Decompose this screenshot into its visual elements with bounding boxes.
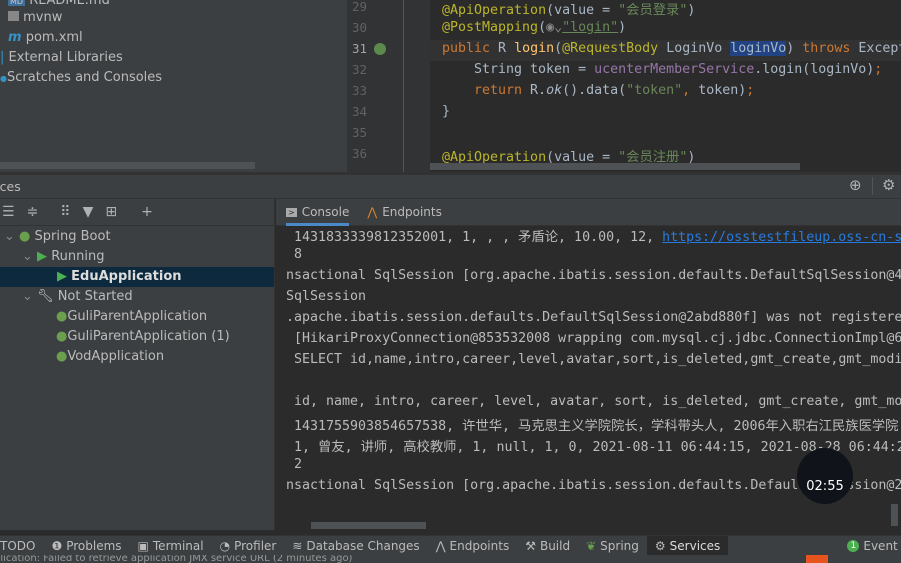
tool-problems[interactable]: ❶ Problems (43, 536, 129, 556)
console-line: SqlSession (286, 289, 367, 304)
problems-icon: ❶ (51, 538, 63, 553)
console-line: 2 (286, 457, 303, 472)
tool-spring[interactable]: ❦ Spring (578, 536, 647, 556)
divider (872, 177, 873, 195)
console-line: .apache.ibatis.session.defaults.DefaultS… (286, 310, 901, 325)
editor-gutter: 29 30 31 32 33 34 35 36 (347, 0, 430, 172)
spring-leaf-icon: ❦ (586, 538, 597, 553)
console-horizontal-scrollbar[interactable] (311, 522, 426, 529)
code-line-32: String token = ucenterMemberService.logi… (474, 62, 883, 77)
tree-node-vod[interactable]: ●VodApplication (56, 347, 164, 367)
tool-terminal[interactable]: ▣ Terminal (130, 536, 212, 556)
tool-todo[interactable]: TODO (0, 536, 43, 556)
tree-node-running[interactable]: ⌄ ▶ Running (22, 247, 104, 267)
tree-item-external-libraries[interactable]: | External Libraries (0, 50, 123, 65)
scratches-icon: ● (0, 74, 7, 83)
console-tabs: > Console ⋀ Endpoints (276, 199, 901, 226)
tool-database-changes[interactable]: ≋ Database Changes (284, 536, 427, 556)
tool-window-bar: TODO ❶ Problems ▣ Terminal ◔ Profiler ≋ Data… (0, 535, 901, 556)
tree-item-readme[interactable]: MD README.md (8, 0, 110, 8)
code-line-31: public R login(@RequestBody LoginVo logi… (442, 41, 901, 56)
tree-node-guli-parent[interactable]: ●GuliParentApplication (56, 307, 207, 327)
editor-horizontal-scrollbar[interactable] (430, 163, 800, 170)
library-icon: | (0, 50, 5, 65)
web-icon: ◉⌄ (546, 20, 563, 35)
profiler-icon: ◔ (219, 538, 231, 553)
tree-item-mvnw[interactable]: mvnw (8, 10, 62, 25)
console-line: 8 (286, 247, 303, 262)
tree-item-pom[interactable]: m pom.xml (8, 30, 83, 45)
console-line: id, name, intro, career, level, avatar, … (286, 394, 901, 409)
services-panel: ☰ ≑ ⠿ ▼ ⊞ + ⌄ ● Spring Boot ⌄ ▶ Running … (0, 199, 275, 530)
filter-icon[interactable]: ▼ (83, 204, 94, 220)
database-icon: ≋ (292, 538, 303, 553)
tool-build[interactable]: ⚒ Build (517, 536, 578, 556)
tab-console[interactable]: > Console (286, 199, 350, 226)
services-header: Services ⊕ ⚙ (0, 175, 901, 199)
spring-boot-icon: ● (19, 229, 31, 244)
run-endpoint-gutter-icon[interactable] (374, 43, 386, 55)
run-icon: ▶ (37, 249, 48, 264)
console-link[interactable]: https://osstestfileup.oss-cn-s (662, 230, 901, 245)
shell-file-icon (8, 11, 19, 21)
tool-endpoints[interactable]: ⋀ Endpoints (428, 536, 518, 556)
code-line-29: @ApiOperation(value = "会员登录") (442, 3, 696, 18)
endpoints-icon: ⋀ (435, 538, 446, 553)
tree-node-not-started[interactable]: ⌄ 🔧︎ Not Started (22, 287, 133, 307)
new-tab-icon[interactable]: ⊞ (105, 204, 117, 220)
crosshair-icon[interactable]: ⊕ (849, 176, 862, 194)
terminal-icon: ▣ (137, 538, 149, 553)
hammer-icon: ⚒ (525, 538, 536, 553)
chevron-down-icon: ⌄ (22, 289, 33, 304)
add-service-icon[interactable]: + (141, 204, 153, 220)
fold-guide (403, 0, 404, 172)
maven-icon: m (8, 30, 22, 45)
console-line: nsactional SqlSession [org.apache.ibatis… (286, 268, 901, 283)
ime-logo-icon (806, 555, 828, 563)
status-bar: plication: Failed to retrieve applicatio… (0, 555, 901, 563)
spring-boot-stopped-icon: ● (56, 349, 68, 364)
project-tree: MD README.md mvnw m pom.xml | External L… (0, 0, 347, 172)
run-icon: ▶ (57, 269, 67, 284)
console-vertical-scrollbar[interactable] (891, 504, 898, 526)
spring-boot-stopped-icon: ● (56, 309, 68, 324)
tool-profiler[interactable]: ◔ Profiler (212, 536, 285, 556)
event-log[interactable]: 1Event Log (839, 536, 901, 556)
tree-node-guli-parent-1[interactable]: ●GuliParentApplication (1) (56, 327, 230, 347)
code-line-30: @PostMapping(◉⌄"login") (442, 20, 627, 35)
console-line: SELECT id,name,intro,career,level,avatar… (286, 352, 901, 367)
chevron-down-icon: ⌄ (22, 249, 33, 264)
wrench-icon: 🔧︎ (37, 289, 54, 304)
recording-timer: 02:55 (797, 448, 853, 504)
code-line-33: return R.ok().data("token", token); (474, 83, 755, 98)
tree-node-spring-boot[interactable]: ⌄ ● Spring Boot (4, 227, 111, 247)
chevron-down-icon: ⌄ (4, 229, 15, 244)
gear-icon[interactable]: ⚙ (882, 176, 895, 194)
services-icon: ⚙ (654, 538, 666, 553)
expand-all-icon[interactable]: ☰ (2, 204, 15, 220)
group-by-icon[interactable]: ⠿ (60, 204, 70, 220)
endpoints-icon: ⋀ (367, 205, 378, 219)
console-icon: > (286, 207, 297, 217)
code-editor[interactable]: @ApiOperation(value = "会员登录") @PostMappi… (430, 0, 901, 172)
tool-services[interactable]: ⚙ Services (646, 535, 729, 556)
event-log-badge: 1 (847, 539, 860, 552)
horizontal-scrollbar[interactable] (0, 162, 255, 169)
markdown-icon: MD (8, 0, 26, 6)
console-line: 1431755903854657538, 许世华, 马克思主义学院院长，学科带头… (286, 419, 901, 434)
tab-endpoints[interactable]: ⋀ Endpoints (367, 205, 442, 219)
spring-boot-stopped-icon: ● (56, 329, 68, 344)
tree-node-edu-application[interactable]: ▶ EduApplication (0, 267, 274, 287)
console-line: 1431833339812352001, 1, , , 矛盾论, 10.00, … (286, 230, 901, 245)
collapse-all-icon[interactable]: ≑ (27, 204, 39, 220)
console-line: [HikariProxyConnection@853532008 wrappin… (286, 331, 901, 346)
services-toolbar: ☰ ≑ ⠿ ▼ ⊞ + (0, 199, 274, 226)
code-line-34: } (442, 104, 451, 119)
tree-item-scratches[interactable]: ●Scratches and Consoles (0, 70, 162, 85)
